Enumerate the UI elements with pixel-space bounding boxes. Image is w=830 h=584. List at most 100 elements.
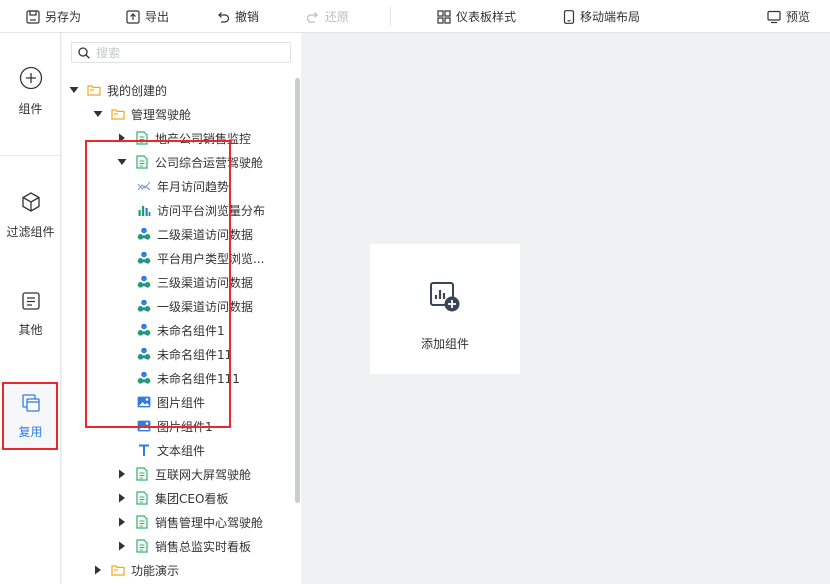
redo-button[interactable]: 还原 (306, 0, 349, 33)
tree-component-item[interactable]: 二级渠道访问数据 (137, 222, 253, 246)
tree-item-label: 功能演示 (131, 563, 180, 578)
tree-component-item[interactable]: 未命名组件11 (137, 342, 232, 366)
cluster-icon (137, 251, 151, 265)
tree-item-label: 未命名组件1 (157, 323, 225, 338)
nav-components-label: 组件 (18, 102, 43, 116)
add-component-card[interactable]: 添加组件 (370, 244, 520, 374)
export-icon (126, 9, 140, 24)
folder-icon (111, 107, 125, 121)
doc-icon (135, 515, 149, 529)
doc-icon (135, 467, 149, 481)
preview-button[interactable]: 预览 (767, 0, 810, 33)
nav-other[interactable]: 其他 (0, 291, 61, 338)
undo-icon (218, 11, 230, 23)
tree-item-label: 年月访问趋势 (157, 179, 230, 194)
text-icon (137, 443, 151, 457)
tree-component-item[interactable]: 图片组件 (137, 390, 205, 414)
doc-icon (135, 131, 149, 145)
monitor-icon (767, 10, 781, 23)
tree-item-real-estate[interactable]: 地产公司销售监控 (115, 126, 251, 150)
dashboard-style-button[interactable]: 仪表板样式 (437, 0, 516, 33)
tree-scrollbar[interactable] (295, 78, 300, 503)
undo-label: 撤销 (235, 10, 260, 24)
save-as-button[interactable]: 另存为 (26, 0, 81, 33)
nav-other-label: 其他 (18, 323, 43, 337)
image-icon (137, 419, 151, 433)
left-nav: 组件 过滤组件 其他 复用 (0, 33, 61, 584)
redo-icon (306, 11, 318, 23)
tree-item-sales-mgmt[interactable]: 销售管理中心驾驶舱 (115, 510, 263, 534)
tree-toggle[interactable] (115, 493, 129, 503)
tree-item-label: 未命名组件111 (157, 371, 240, 386)
caret-down-icon (69, 87, 79, 93)
line-chart-icon (137, 179, 151, 193)
tree-component-item[interactable]: 年月访问趋势 (137, 174, 229, 198)
tree-folder-demo[interactable]: 功能演示 (91, 558, 179, 582)
tree-toggle[interactable] (115, 133, 129, 143)
tree-toggle[interactable] (67, 86, 81, 94)
nav-reuse[interactable]: 复用 (0, 393, 61, 440)
cluster-icon (137, 371, 151, 385)
save-as-label: 另存为 (45, 10, 82, 24)
tree-toggle[interactable] (91, 110, 105, 118)
mobile-icon (563, 9, 575, 24)
tree-item-label: 销售总监实时看板 (155, 539, 252, 554)
caret-right-icon (119, 517, 125, 527)
bar-chart-icon (137, 203, 151, 217)
caret-right-icon (119, 469, 125, 479)
tree-component-item[interactable]: 访问平台浏览量分布 (137, 198, 265, 222)
tree-component-item[interactable]: 三级渠道访问数据 (137, 270, 253, 294)
nav-reuse-label: 复用 (18, 425, 43, 439)
tree-item-label: 三级渠道访问数据 (157, 275, 254, 290)
nav-components[interactable]: 组件 (0, 66, 61, 117)
tree-item-internet[interactable]: 互联网大屏驾驶舱 (115, 462, 251, 486)
tree-component-item[interactable]: 图片组件1 (137, 414, 213, 438)
nav-divider (0, 155, 61, 156)
tree-toggle[interactable] (91, 565, 105, 575)
export-button[interactable]: 导出 (126, 0, 169, 33)
tree-item-label: 地产公司销售监控 (155, 131, 252, 146)
search-input[interactable] (96, 45, 276, 60)
copy-icon (21, 394, 40, 412)
tree-component-item[interactable]: 平台用户类型浏览... (137, 246, 264, 270)
plus-circle-icon (19, 66, 42, 90)
caret-down-icon (117, 159, 127, 165)
doc-icon (135, 491, 149, 505)
caret-right-icon (119, 541, 125, 551)
mobile-layout-button[interactable]: 移动端布局 (563, 0, 640, 33)
document-icon (21, 292, 40, 310)
tree-component-item[interactable]: 未命名组件111 (137, 366, 240, 390)
search-icon (78, 46, 90, 59)
tree-item-label: 文本组件 (157, 443, 206, 458)
tree-toggle[interactable] (115, 469, 129, 479)
cluster-icon (137, 227, 151, 241)
doc-icon (135, 539, 149, 553)
tree-item-label: 集团CEO看板 (155, 491, 229, 506)
tree-item-group-ceo[interactable]: 集团CEO看板 (115, 486, 228, 510)
tree-item-label: 销售管理中心驾驶舱 (155, 515, 264, 530)
toolbar-divider (390, 7, 391, 26)
dashboard-style-label: 仪表板样式 (456, 10, 517, 24)
caret-down-icon (93, 111, 103, 117)
cluster-icon (137, 347, 151, 361)
tree-item-sales-monitor[interactable]: 销售总监实时看板 (115, 534, 251, 558)
caret-right-icon (119, 493, 125, 503)
dashboard-canvas: 添加组件 (301, 33, 830, 584)
export-label: 导出 (145, 10, 170, 24)
tree-toggle[interactable] (115, 541, 129, 551)
tree-toggle[interactable] (115, 158, 129, 166)
tree-toggle[interactable] (115, 517, 129, 527)
tree-component-item[interactable]: 未命名组件1 (137, 318, 225, 342)
tree-folder-my-created[interactable]: 我的创建的 (67, 78, 167, 102)
undo-button[interactable]: 撤销 (216, 0, 259, 33)
preview-label: 预览 (786, 10, 811, 24)
folder-icon (87, 83, 101, 97)
folder-icon (111, 563, 125, 577)
tree-component-item[interactable]: 一级渠道访问数据 (137, 294, 253, 318)
tree-item-company-ops[interactable]: 公司综合运营驾驶舱 (115, 150, 263, 174)
toolbar: 另存为 导出 撤销 还原 仪表板样式 移动端布局 预览 (0, 0, 830, 33)
tree-component-item[interactable]: 文本组件 (137, 438, 205, 462)
mobile-layout-label: 移动端布局 (580, 10, 641, 24)
nav-filter-components[interactable]: 过滤组件 (0, 191, 61, 240)
tree-folder-cockpit[interactable]: 管理驾驶舱 (91, 102, 191, 126)
